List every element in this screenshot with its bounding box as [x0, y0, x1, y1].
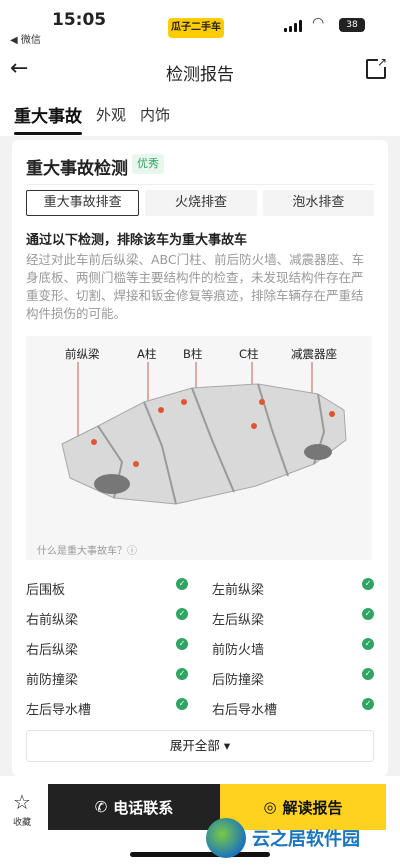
- status-bar: 15:05 ◀ 微信 瓜子二手车 ◠ 38: [0, 0, 400, 48]
- app-brand-badge: 瓜子二手车: [168, 18, 224, 38]
- check-pass-icon: ✓: [176, 578, 188, 590]
- check-item-name: 左后纵梁: [212, 613, 265, 628]
- cell-signal-icon: [284, 20, 302, 32]
- car-body-frame-illustration: [61, 362, 347, 505]
- watermark-logo-icon: [206, 818, 246, 858]
- car-structure-diagram: 前纵梁 A柱 B柱 C柱 减震器座 什么是重大事故车？ⓘ: [26, 336, 372, 560]
- what-is-major-accident-link[interactable]: 什么是重大事故车？ⓘ: [37, 542, 137, 557]
- check-item-name: 左后导水槽: [26, 703, 92, 718]
- segment-major-accident[interactable]: 重大事故排查: [26, 190, 140, 216]
- expand-all-button[interactable]: 展开全部 ▾: [26, 730, 374, 762]
- check-row: 后围板 ✓ 左前纵梁 ✓: [26, 572, 374, 602]
- watermark-text: 云之居软件园: [252, 829, 360, 850]
- share-icon[interactable]: ↗: [366, 56, 388, 79]
- check-item-name: 前防火墙: [212, 643, 265, 658]
- wifi-icon: ◠: [312, 15, 325, 31]
- check-item-name: 右后导水槽: [212, 703, 278, 718]
- segment-fire[interactable]: 火烧排查: [145, 190, 257, 216]
- favorite-label: 收藏: [12, 818, 31, 828]
- check-description: 经过对此车前后纵梁、ABC门柱、前后防火墙、减震器座、车身底板、两侧门槛等主要结…: [26, 252, 365, 321]
- check-item-name: 右后纵梁: [26, 643, 79, 658]
- nav-header: ← 检测报告 ↗: [0, 48, 400, 92]
- check-row: 前防撞梁 ✓ 后防撞梁 ✓: [26, 662, 374, 692]
- call-button-label: 电话联系: [113, 798, 174, 817]
- page-title: 检测报告: [166, 65, 234, 85]
- report-tabs: 重大事故 外观 内饰: [0, 92, 400, 136]
- check-row: 左后导水槽 ✓ 右后导水槽 ✓: [26, 692, 374, 722]
- check-item-name: 右前纵梁: [26, 613, 79, 628]
- check-row: 右后纵梁 ✓ 前防火墙 ✓: [26, 632, 374, 662]
- battery-icon: 38: [339, 18, 365, 32]
- star-icon: ☆: [13, 790, 31, 814]
- favorite-button[interactable]: ☆ 收藏: [6, 792, 38, 828]
- check-type-segments: 重大事故排查 火烧排查 泡水排查: [26, 190, 374, 216]
- check-row: 右前纵梁 ✓ 左后纵梁 ✓: [26, 602, 374, 632]
- check-item-name: 左前纵梁: [212, 583, 265, 598]
- check-pass-icon: ✓: [176, 698, 188, 710]
- tab-exterior[interactable]: 外观: [96, 104, 126, 125]
- check-pass-icon: ✓: [176, 638, 188, 650]
- check-pass-icon: ✓: [362, 668, 374, 680]
- check-pass-icon: ✓: [176, 668, 188, 680]
- divider: [26, 184, 374, 185]
- tab-major-accident[interactable]: 重大事故: [14, 102, 82, 135]
- call-button[interactable]: ✆ 电话联系: [48, 784, 220, 830]
- accident-check-card: 重大事故检测 优秀 重大事故排查 火烧排查 泡水排查 通过以下检测，排除该车为重…: [12, 140, 388, 776]
- tab-interior[interactable]: 内饰: [140, 104, 170, 125]
- check-item-name: 后围板: [26, 583, 66, 598]
- status-badge: 优秀: [132, 154, 164, 174]
- back-to-wechat-link[interactable]: ◀ 微信: [10, 31, 41, 46]
- watermark: 云之居软件园: [206, 814, 392, 862]
- check-pass-icon: ✓: [362, 578, 374, 590]
- card-title: 重大事故检测: [26, 159, 128, 179]
- check-item-name: 前防撞梁: [26, 673, 79, 688]
- check-pass-icon: ✓: [176, 608, 188, 620]
- status-time: 15:05: [52, 10, 107, 30]
- check-subheading: 通过以下检测，排除该车为重大事故车: [26, 233, 248, 248]
- check-item-name: 后防撞梁: [212, 673, 265, 688]
- check-pass-icon: ✓: [362, 698, 374, 710]
- check-pass-icon: ✓: [362, 608, 374, 620]
- phone-icon: ✆: [94, 798, 108, 816]
- segment-flood[interactable]: 泡水排查: [262, 190, 374, 216]
- check-pass-icon: ✓: [362, 638, 374, 650]
- check-items-list: 后围板 ✓ 左前纵梁 ✓ 右前纵梁 ✓ 左后纵梁 ✓ 右后纵梁 ✓ 前防火墙 ✓…: [26, 572, 374, 722]
